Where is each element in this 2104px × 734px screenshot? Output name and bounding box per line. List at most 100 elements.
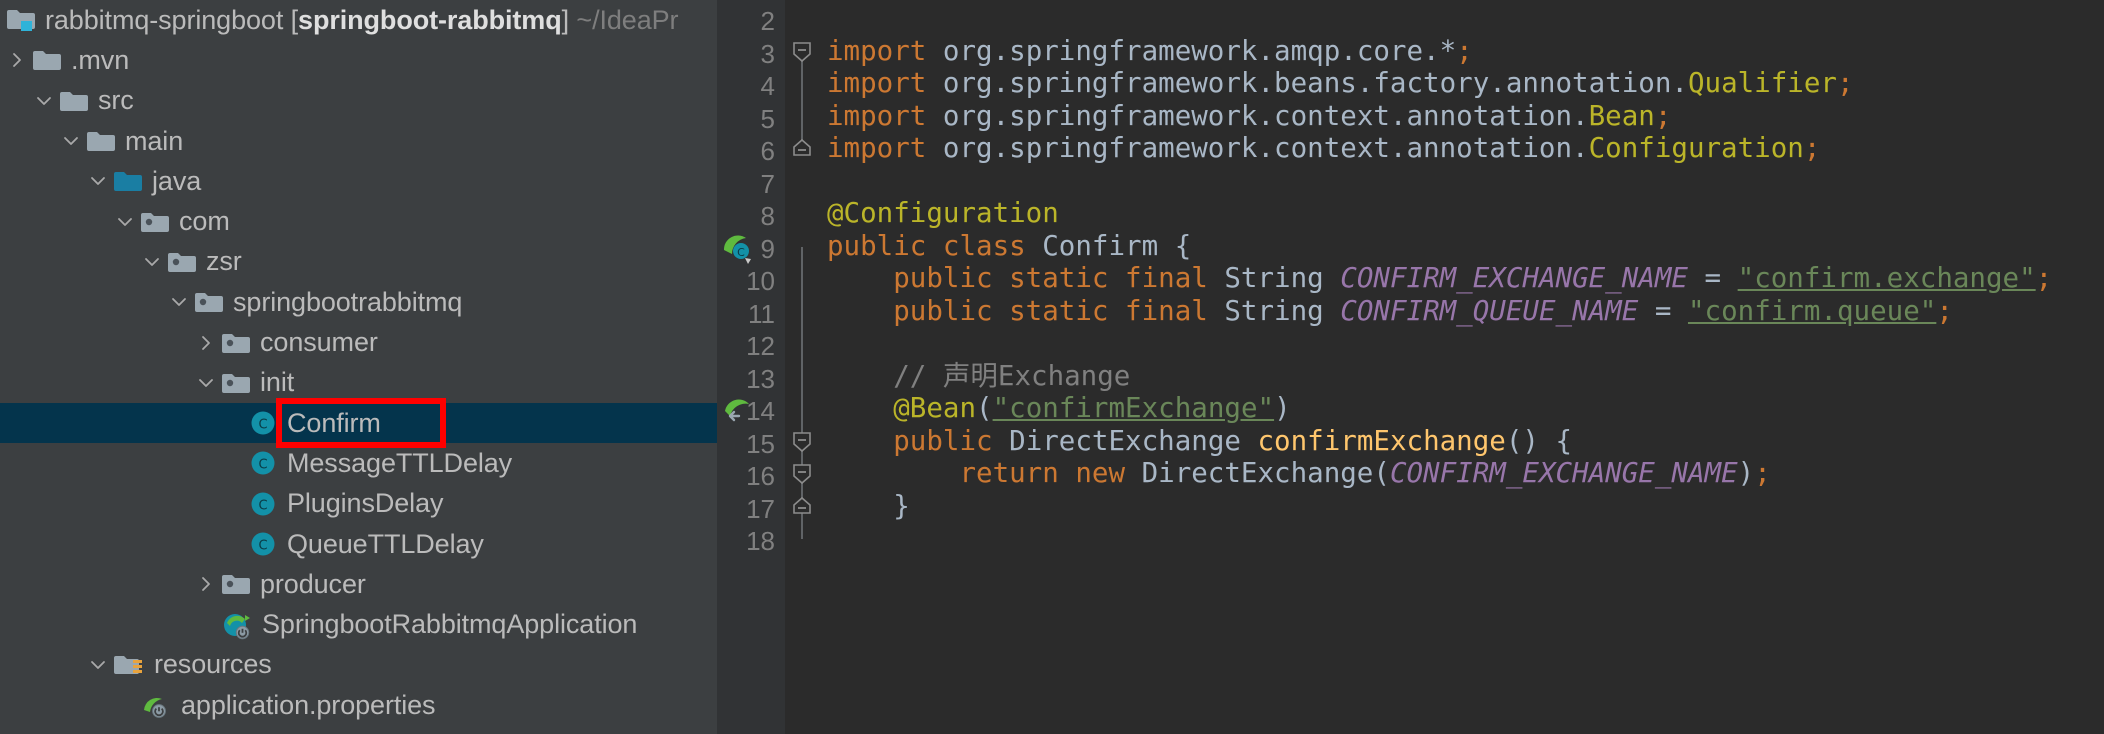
svg-text:C: C [259, 458, 268, 473]
code-line-18[interactable] [827, 522, 844, 554]
code-line-14[interactable]: @Bean("confirmExchange") [827, 392, 1290, 424]
fold-collapse-icon[interactable] [790, 40, 814, 64]
tree-item-application-properties[interactable]: application.properties [0, 685, 717, 725]
spring-bean-class-icon[interactable]: C [721, 232, 755, 266]
code-line-12[interactable] [827, 327, 844, 359]
fold-collapse-icon[interactable] [790, 430, 814, 454]
tree-item-queuettldelay[interactable]: C QueueTTLDelay [0, 524, 717, 564]
java-class-icon: C [248, 489, 278, 519]
code-line-17[interactable]: } [827, 490, 910, 522]
chevron-down-icon[interactable] [191, 373, 221, 393]
gutter-line-number: 15 [746, 428, 775, 459]
tree-item-label: MessageTTLDelay [287, 447, 513, 478]
chevron-right-icon[interactable] [191, 574, 221, 594]
tree-item-consumer[interactable]: consumer [0, 322, 717, 362]
spring-bean-method-icon[interactable] [721, 394, 755, 428]
java-class-icon: C [248, 529, 278, 559]
svg-text:C: C [259, 418, 268, 433]
gutter-line-number: 4 [760, 71, 775, 101]
package-icon [221, 572, 251, 596]
tree-item-main[interactable]: main [0, 121, 717, 161]
gutter-line-number: 7 [760, 168, 775, 199]
tree-item-zsr[interactable]: zsr [0, 242, 717, 282]
folder-icon [32, 48, 62, 72]
tree-item-label: PluginsDelay [287, 488, 444, 519]
code-folding-column[interactable] [785, 0, 819, 734]
chevron-right-icon[interactable] [2, 50, 32, 70]
tree-item-label: application.properties [181, 689, 436, 720]
tree-item-pluginsdelay[interactable]: C PluginsDelay [0, 484, 717, 524]
folder-icon [59, 89, 89, 113]
tree-item-com[interactable]: com [0, 201, 717, 241]
code-line-5[interactable]: import org.springframework.context.annot… [827, 100, 1671, 132]
code-line-13[interactable]: // 声明Exchange [827, 360, 1130, 392]
java-class-icon: C [248, 448, 278, 478]
tree-item--mvn[interactable]: .mvn [0, 40, 717, 80]
tree-item-confirm[interactable]: C Confirm [0, 402, 717, 444]
tree-item-messagettldelay[interactable]: C MessageTTLDelay [0, 443, 717, 483]
code-line-16[interactable]: return new DirectExchange(CONFIRM_EXCHAN… [827, 457, 1770, 489]
code-line-10[interactable]: public static final String CONFIRM_EXCHA… [827, 262, 2052, 294]
gutter-line-number: 17 [746, 493, 775, 524]
code-line-11[interactable]: public static final String CONFIRM_QUEUE… [827, 295, 1953, 327]
gutter-line-number: 18 [746, 526, 775, 556]
tree-item-label: QueueTTLDelay [287, 528, 484, 559]
gutter-line-number: 12 [746, 331, 775, 361]
tree-item-label: .mvn [71, 44, 130, 75]
code-line-3[interactable]: import org.springframework.amqp.core.*; [827, 35, 1473, 67]
chevron-right-icon[interactable] [191, 333, 221, 353]
tree-item-label: java [152, 165, 202, 196]
fold-region-line [801, 51, 803, 149]
spring-properties-icon [140, 690, 172, 720]
tree-item-init[interactable]: init [0, 363, 717, 403]
chevron-down-icon[interactable] [110, 212, 140, 232]
gutter-line-number: 5 [760, 103, 775, 134]
package-icon [167, 250, 197, 274]
fold-end-icon[interactable] [790, 137, 814, 161]
tree-item-label: init [260, 367, 295, 398]
package-icon [194, 290, 224, 314]
chevron-down-icon[interactable] [56, 131, 86, 151]
tree-item-springbootrabbitmqapplication[interactable]: SpringbootRabbitmqApplication [0, 604, 717, 644]
gutter-line-number: 8 [760, 201, 775, 231]
code-line-7[interactable] [827, 165, 844, 197]
java-class-icon: C [248, 408, 278, 438]
tree-item-label: src [98, 85, 134, 116]
chevron-down-icon[interactable] [137, 252, 167, 272]
gutter-line-number: 13 [746, 363, 775, 394]
code-line-6[interactable]: import org.springframework.context.annot… [827, 132, 1820, 164]
code-line-15[interactable]: public DirectExchange confirmExchange() … [827, 425, 1572, 457]
tree-item-springbootrabbitmq[interactable]: springbootrabbitmq [0, 282, 717, 322]
tree-item-src[interactable]: src [0, 81, 717, 121]
code-line-8[interactable]: @Configuration [827, 197, 1059, 229]
tree-item-label: main [125, 125, 184, 156]
ide-window: rabbitmq-springboot [springboot-rabbitmq… [0, 0, 2104, 734]
source-folder-icon [113, 169, 143, 193]
project-root-row[interactable]: rabbitmq-springboot [springboot-rabbitmq… [0, 0, 717, 40]
tree-item-label: com [179, 206, 230, 237]
code-line-4[interactable]: import org.springframework.beans.factory… [827, 67, 1854, 99]
project-tree-panel[interactable]: rabbitmq-springboot [springboot-rabbitmq… [0, 0, 717, 734]
folder-icon [86, 129, 116, 153]
tree-item-resources[interactable]: resources [0, 645, 717, 685]
spring-boot-icon [221, 610, 253, 640]
fold-end-icon[interactable] [790, 495, 814, 519]
code-line-2[interactable] [827, 2, 844, 34]
svg-text:C: C [259, 539, 268, 554]
code-editor-area[interactable]: import org.springframework.amqp.core.*; i… [819, 0, 2104, 734]
fold-collapse-icon[interactable] [790, 462, 814, 486]
editor-gutter[interactable]: 2 3 4 5 6 7 8 9 10 11 12 13 14 15 16 17 18 C [717, 0, 785, 734]
tree-item-producer[interactable]: producer [0, 564, 717, 604]
resources-folder-icon [113, 652, 145, 678]
package-icon [221, 331, 251, 355]
chevron-down-icon[interactable] [29, 91, 59, 111]
gutter-line-number: 3 [760, 38, 775, 69]
chevron-down-icon[interactable] [83, 655, 113, 675]
chevron-down-icon[interactable] [83, 171, 113, 191]
package-icon [221, 371, 251, 395]
code-line-9[interactable]: public class Confirm { [827, 230, 1191, 262]
gutter-line-number: 11 [748, 298, 775, 329]
gutter-line-number: 6 [760, 136, 775, 166]
chevron-down-icon[interactable] [164, 292, 194, 312]
tree-item-java[interactable]: java [0, 161, 717, 201]
